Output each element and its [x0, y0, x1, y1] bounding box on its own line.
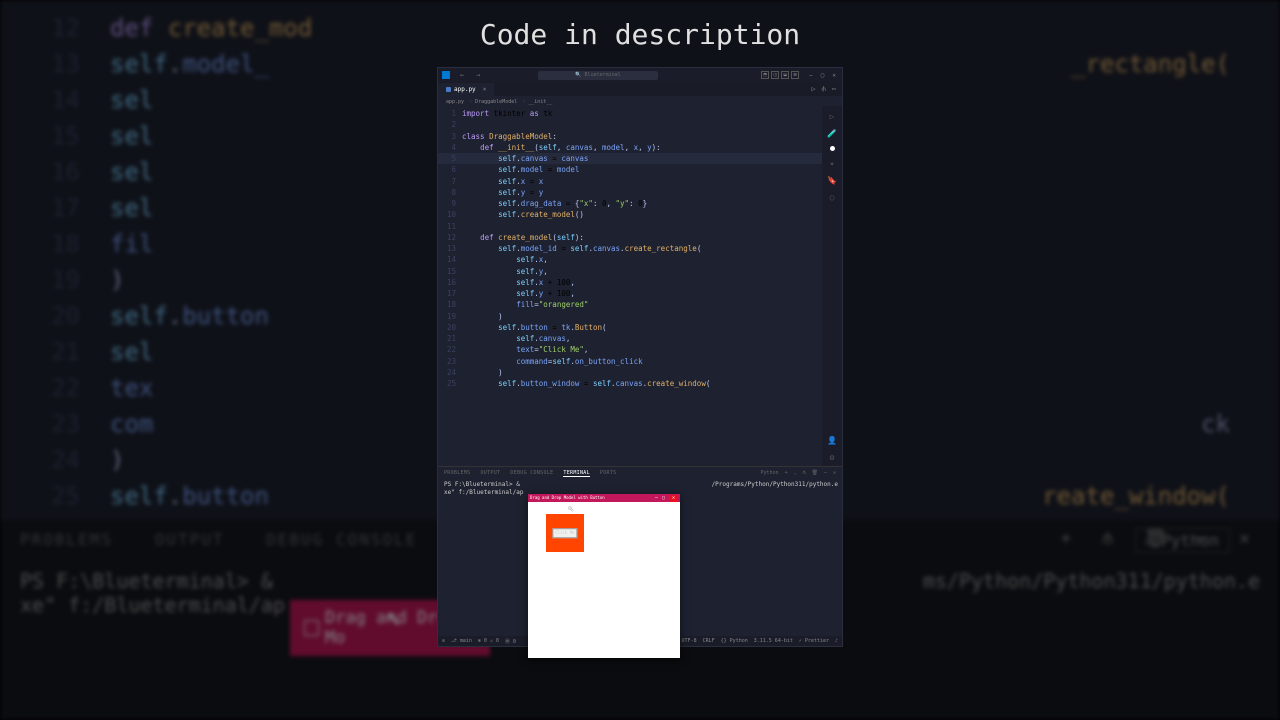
layout-1-icon[interactable]: ⬒ [761, 71, 769, 79]
bg-terminal-actions: + ⫛ 🗑 ⋯ ✕ [1051, 528, 1260, 549]
tk-maximize-icon[interactable]: ▢ [662, 495, 665, 502]
settings-gear-icon[interactable]: ⚙ [830, 453, 835, 462]
close-icon[interactable]: ✕ [833, 470, 836, 476]
bg-mouse-cursor: ↖ [385, 599, 402, 632]
maximize-icon[interactable]: ▢ [821, 72, 825, 79]
tab-app-py[interactable]: app.py × [438, 83, 494, 96]
bottom-panel: PROBLEMS OUTPUT DEBUG CONSOLE TERMINAL P… [438, 466, 842, 636]
accounts-icon[interactable]: 👤 [827, 436, 837, 445]
terminal-profile[interactable]: Python [761, 470, 779, 476]
tk-titlebar[interactable]: Drag and Drop Model with Button — ▢ ✕ [528, 494, 680, 502]
vscode-titlebar[interactable]: ← → 🔍 Blueterminal ⬒ ◫ ⬓ ⊞ — ▢ ✕ [438, 68, 842, 82]
overlay-caption: Code in description [0, 18, 1280, 51]
chevron-down-icon[interactable]: ⌄ [794, 470, 797, 476]
panel-tabs: PROBLEMS OUTPUT DEBUG CONSOLE TERMINAL P… [438, 467, 842, 479]
tab-close-icon[interactable]: × [483, 86, 487, 93]
split-editor-icon[interactable]: ⫛ [822, 85, 826, 94]
terminal-output[interactable]: PS F:\Blueterminal> & /Programs/Python/P… [438, 479, 842, 636]
panel-tab-debug[interactable]: DEBUG CONSOLE [510, 470, 553, 476]
vscode-logo-icon [442, 71, 450, 79]
more-icon[interactable]: ⋯ [824, 470, 827, 476]
close-icon[interactable]: ✕ [832, 72, 836, 79]
tk-window-title: Drag and Drop Model with Button [530, 495, 655, 501]
minimize-icon[interactable]: — [809, 72, 813, 79]
code-editor[interactable]: 1import tkinter as tk23class DraggableMo… [438, 106, 822, 466]
run-debug-icon[interactable]: ▷ [830, 112, 835, 121]
tkinter-app-window[interactable]: Drag and Drop Model with Button — ▢ ✕ Cl… [528, 494, 680, 658]
close-icon[interactable]: ✕ [1239, 528, 1250, 549]
bg-tab-problems[interactable]: PROBLEMS [20, 530, 113, 549]
tk-canvas[interactable]: Click Me [528, 502, 680, 658]
vscode-window: ← → 🔍 Blueterminal ⬒ ◫ ⬓ ⊞ — ▢ ✕ app.py … [437, 67, 843, 647]
run-icon[interactable]: ▷ [811, 85, 815, 94]
circle-icon[interactable]: ○ [830, 193, 835, 202]
nav-back-icon[interactable]: ← [460, 71, 464, 79]
beaker-icon[interactable]: 🧪 [827, 129, 837, 138]
layout-4-icon[interactable]: ⊞ [791, 71, 799, 79]
panel-tab-terminal[interactable]: TERMINAL [563, 470, 589, 477]
record-icon[interactable] [830, 146, 835, 151]
command-search[interactable]: 🔍 Blueterminal [538, 71, 658, 80]
layout-2-icon[interactable]: ◫ [771, 71, 779, 79]
panel-tab-ports[interactable]: PORTS [600, 470, 617, 476]
trash-icon[interactable]: 🗑 [1144, 528, 1167, 549]
bookmark-icon[interactable]: 🔖 [827, 176, 837, 185]
tk-close-icon[interactable]: ✕ [669, 495, 678, 502]
more-icon[interactable]: ⋯ [832, 85, 836, 94]
bg-tab-debug[interactable]: DEBUG CONSOLE [266, 530, 417, 549]
tab-filename: app.py [454, 86, 476, 93]
split-icon[interactable]: ⫛ [803, 470, 806, 476]
mouse-cursor-icon: ↖ [568, 502, 574, 516]
tk-draggable-rectangle[interactable]: Click Me [546, 514, 584, 552]
layout-3-icon[interactable]: ⬓ [781, 71, 789, 79]
tk-click-me-button[interactable]: Click Me [552, 528, 577, 538]
panel-tab-problems[interactable]: PROBLEMS [444, 470, 470, 476]
plus-icon[interactable]: + [1061, 528, 1072, 549]
breadcrumb[interactable]: app.pyDraggableModel__init__ [438, 96, 842, 106]
plus-icon[interactable]: + [785, 470, 788, 476]
sparkle-icon[interactable]: ✦ [830, 159, 835, 168]
split-icon[interactable]: ⫛ [1102, 528, 1113, 549]
trash-icon[interactable]: 🗑 [812, 470, 818, 476]
more-icon[interactable]: ⋯ [1197, 528, 1208, 549]
bg-tab-output[interactable]: OUTPUT [155, 530, 225, 549]
activity-bar: ▷ 🧪 ✦ 🔖 ○ 👤 ⚙ [822, 106, 842, 466]
editor-tabs: app.py × ▷ ⫛ ⋯ [438, 82, 842, 96]
panel-tab-output[interactable]: OUTPUT [480, 470, 500, 476]
tk-minimize-icon[interactable]: — [655, 495, 658, 502]
nav-fwd-icon[interactable]: → [476, 71, 480, 79]
